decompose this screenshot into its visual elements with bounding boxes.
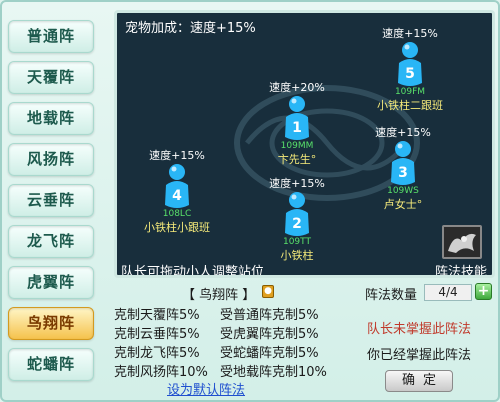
slot-level: 109MM [280,141,314,151]
slot-bonus: 速度+20% [269,81,325,94]
formation-slot-2[interactable]: 速度+15% 2 109TT 小铁柱 [237,175,357,263]
drag-hint-text: 队长可拖动小人调整站位 [121,265,265,278]
formation-slot-4[interactable]: 速度+15% 4 108LC 小铁柱小跟班 [117,147,237,235]
svg-text:5: 5 [405,66,415,82]
countered-relation: 受虎翼阵克制5% [220,327,319,342]
countered-relation: 受蛇蟠阵克制5% [220,346,319,361]
slot-level: 108LC [162,209,192,219]
player-figure-icon[interactable]: 2 [280,191,314,239]
player-figure-icon[interactable]: 1 [280,95,314,143]
slot-player-name: 卞先生° [277,153,317,166]
slot-level: 109WS [387,186,419,196]
countered-relation: 受地载阵克制10% [220,365,327,380]
tab-shepan[interactable]: 蛇蟠阵 [8,348,94,381]
svg-text:4: 4 [172,188,182,204]
slot-bonus: 速度+15% [382,27,438,40]
slot-bonus: 速度+15% [149,149,205,162]
countered-relation: 受普通阵克制5% [220,308,319,323]
slot-player-name: 小铁柱二跟班 [377,99,443,112]
tab-niaoxiang[interactable]: 鸟翔阵 [8,307,94,340]
slot-level: 109TT [282,237,311,247]
add-formation-button[interactable]: + [475,283,492,300]
slot-bonus: 速度+15% [375,126,431,139]
svg-text:3: 3 [398,165,408,181]
formation-title: 【 鸟翔阵 】 [182,288,256,303]
formation-slot-1[interactable]: 速度+20% 1 109MM 卞先生° [237,79,357,167]
skill-emblem-icon [444,227,480,257]
formation-board: 宠物加成：速度+15% 速度+15% 5 109FM 小铁柱二跟班 速度+20%… [114,10,495,278]
skill-label: 阵法技能 [435,265,488,278]
slot-player-name: 小铁柱小跟班 [144,221,210,234]
confirm-button[interactable]: 确定 [385,370,453,392]
tab-tianfu[interactable]: 天覆阵 [8,61,94,94]
formation-slot-5[interactable]: 速度+15% 5 109FM 小铁柱二跟班 [350,25,470,113]
self-status-text: 你已经掌握此阵法 [367,348,472,363]
svg-text:2: 2 [292,216,302,232]
slot-bonus: 速度+15% [269,177,325,190]
counter-relation: 克制云垂阵5% [114,327,200,342]
tab-huyi[interactable]: 虎翼阵 [8,266,94,299]
pet-bonus-text: 宠物加成：速度+15% [125,21,256,36]
player-figure-icon[interactable]: 4 [160,163,194,211]
slot-level: 109FM [394,87,426,97]
formation-count-label: 阵法数量 [365,288,418,303]
leader-status-text: 队长未掌握此阵法 [367,322,472,337]
tab-dizai[interactable]: 地载阵 [8,102,94,135]
formation-window: 普通阵 天覆阵 地载阵 风扬阵 云垂阵 龙飞阵 虎翼阵 鸟翔阵 蛇蟠阵 宠物加成… [0,0,500,402]
player-figure-icon[interactable]: 3 [386,140,420,188]
svg-text:1: 1 [292,120,302,136]
tab-putong[interactable]: 普通阵 [8,20,94,53]
tab-fengyang[interactable]: 风扬阵 [8,143,94,176]
tab-yunchui[interactable]: 云垂阵 [8,184,94,217]
formation-count-value: 4/4 [424,284,472,301]
formation-slot-3[interactable]: 速度+15% 3 109WS 卢女士° [343,124,463,212]
player-figure-icon[interactable]: 5 [393,41,427,89]
set-default-link[interactable]: 设为默认阵法 [167,379,245,398]
tab-longfei[interactable]: 龙飞阵 [8,225,94,258]
lock-icon: ● [262,285,274,298]
counter-relation: 克制天覆阵5% [114,308,200,323]
counter-relation: 克制风扬阵10% [114,365,208,380]
counter-relation: 克制龙飞阵5% [114,346,200,361]
slot-player-name: 卢女士° [383,198,423,211]
formation-skill-icon[interactable] [442,225,482,259]
